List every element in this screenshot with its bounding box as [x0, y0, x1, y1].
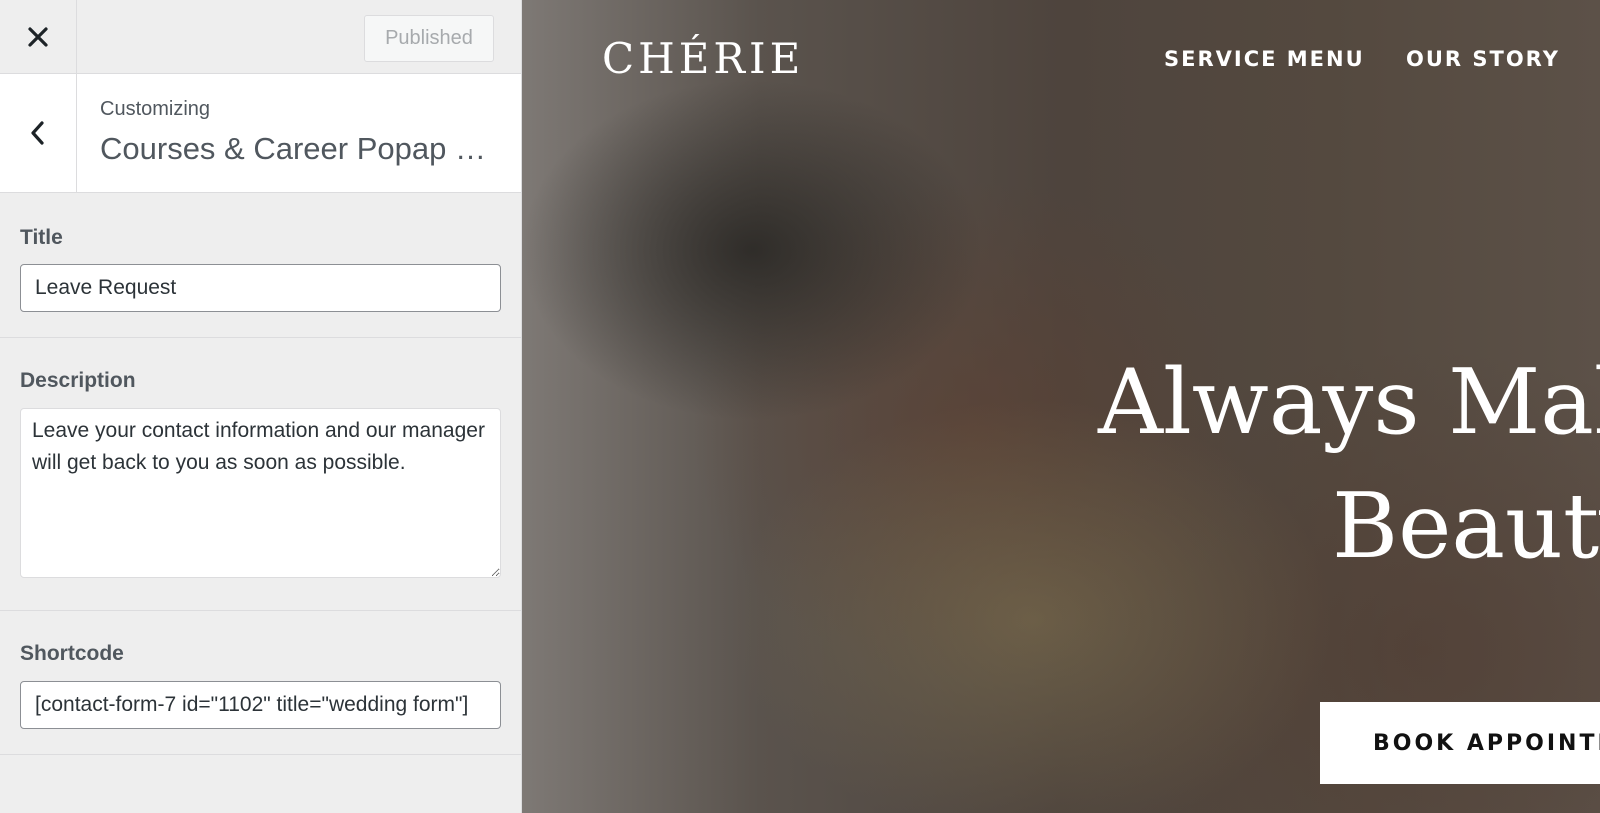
published-button[interactable]: Published — [364, 15, 494, 62]
close-customizer-button[interactable] — [0, 0, 77, 73]
hero-heading-line-1: Always Make — [1098, 350, 1600, 455]
hero-heading-line-2: Beauty — [1332, 474, 1600, 579]
title-input[interactable] — [20, 264, 501, 312]
shortcode-input[interactable] — [20, 681, 501, 729]
chevron-left-icon — [31, 121, 44, 145]
site-logo[interactable]: CHÉRIE — [602, 34, 804, 83]
divider — [0, 610, 521, 611]
nav-service-menu[interactable]: SERVICE MENU — [1164, 47, 1365, 71]
divider — [0, 337, 521, 338]
section-header: Customizing Courses & Career Popap Setti… — [0, 74, 521, 193]
divider — [0, 754, 521, 755]
shortcode-label: Shortcode — [20, 642, 124, 665]
book-appointment-button[interactable]: BOOK APPOINTMENT — [1320, 702, 1600, 784]
description-textarea[interactable]: Leave your contact information and our m… — [20, 408, 501, 578]
close-icon — [28, 26, 48, 47]
description-label: Description — [20, 369, 136, 392]
customizer-topbar: Published — [0, 0, 521, 74]
title-label: Title — [20, 226, 63, 249]
customizer-sidebar: Published Customizing Courses & Career P… — [0, 0, 522, 813]
customizing-label: Customizing — [100, 98, 211, 120]
section-title: Courses & Career Popap Settings — [100, 131, 500, 166]
site-preview: CHÉRIE SERVICE MENU OUR STORY Always Mak… — [522, 0, 1600, 813]
back-button[interactable] — [0, 74, 77, 192]
nav-our-story[interactable]: OUR STORY — [1406, 47, 1560, 71]
